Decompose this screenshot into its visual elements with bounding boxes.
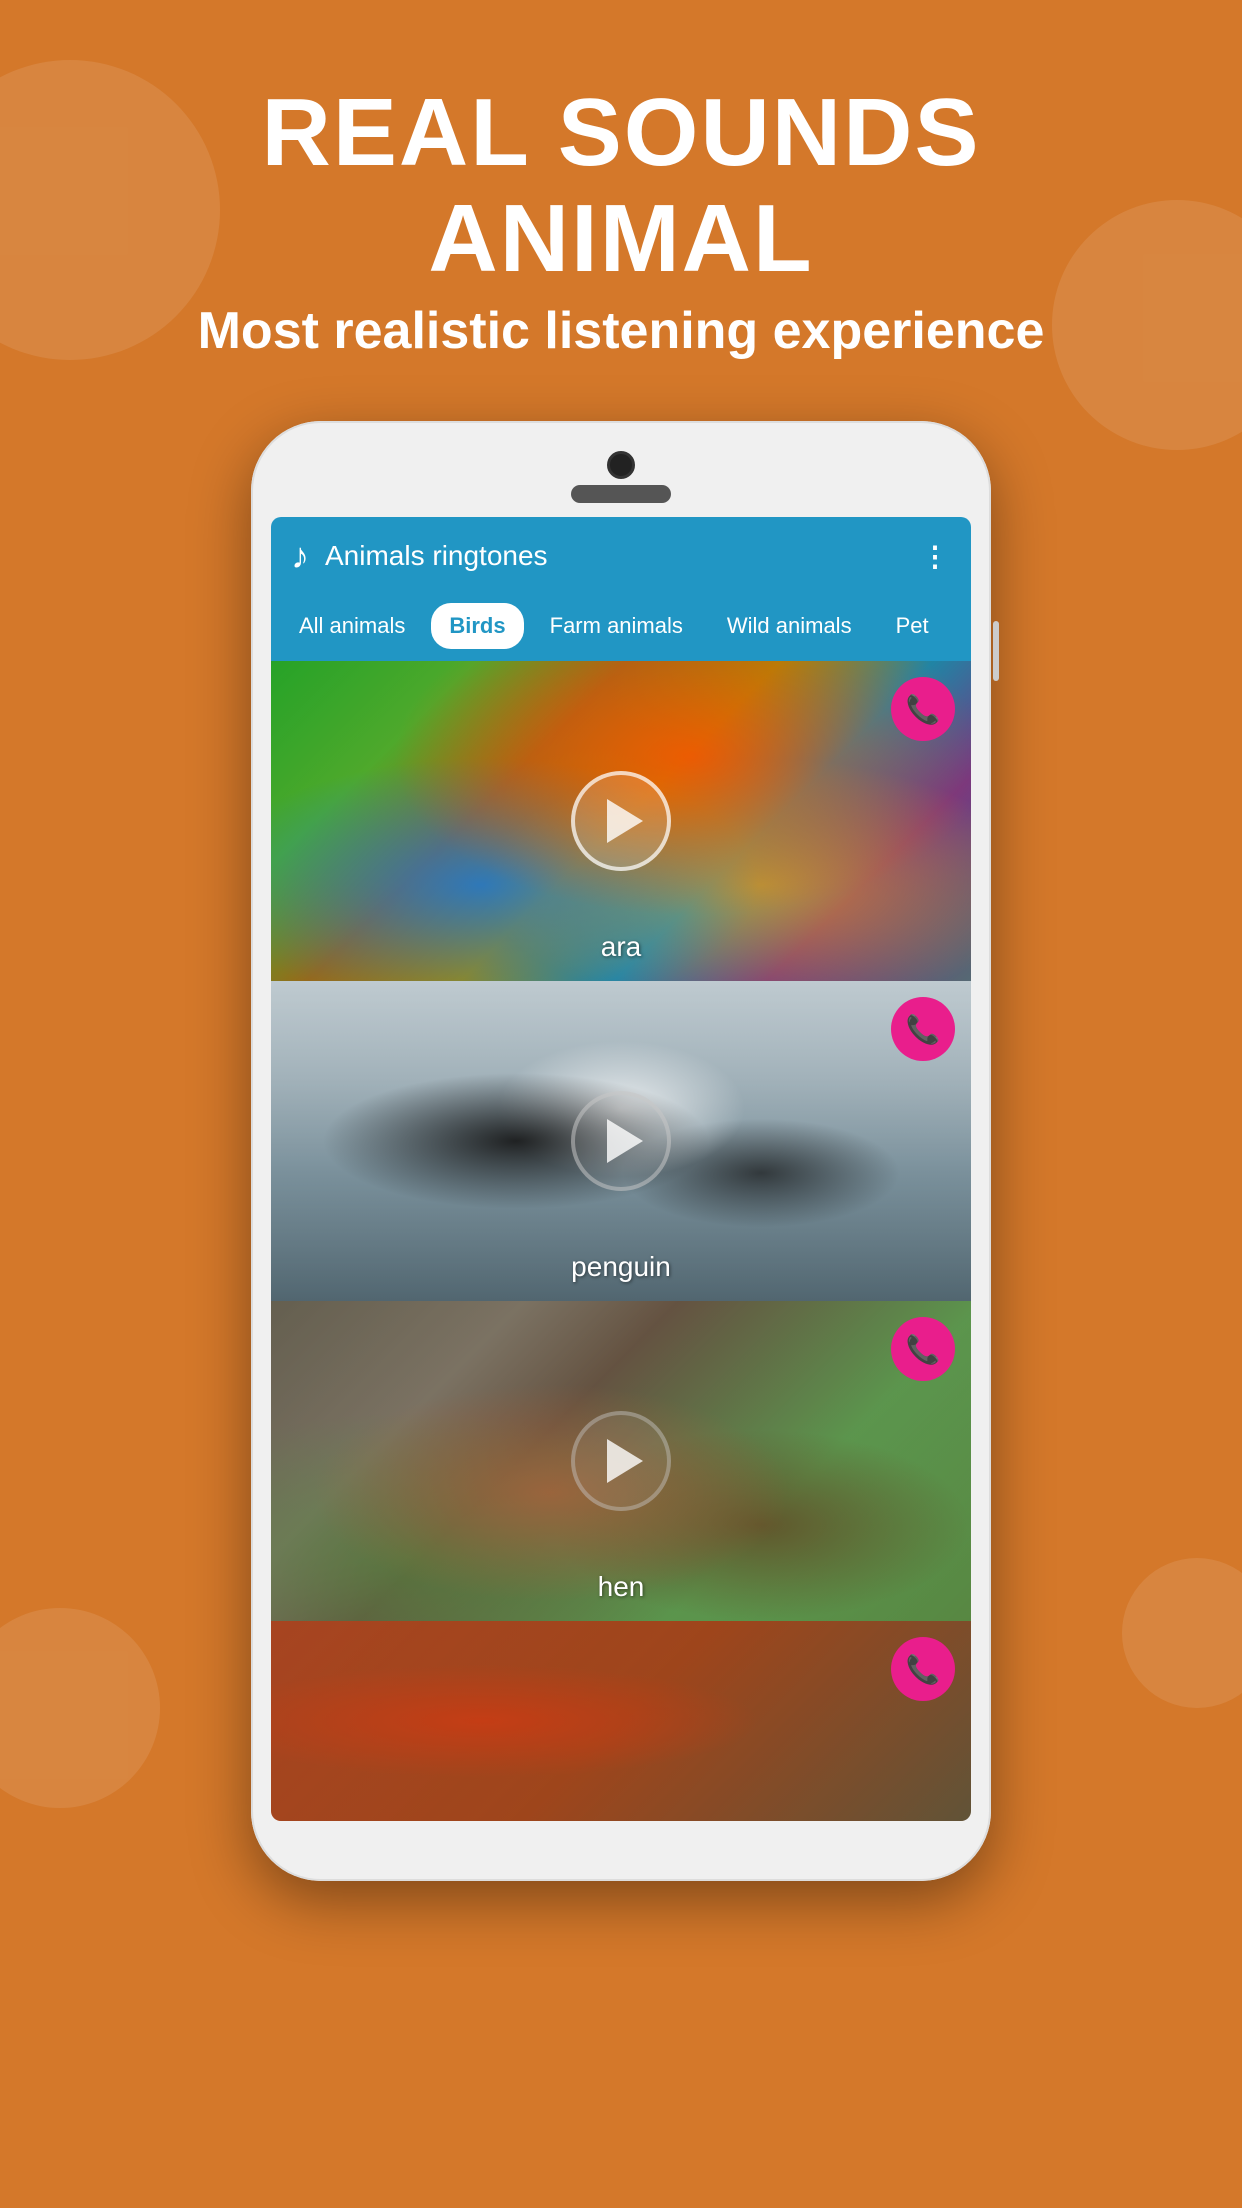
phone-icon-hen: 📞	[906, 1333, 941, 1366]
phone-body: ♪ Animals ringtones ⋮ All animals Birds …	[251, 421, 991, 1881]
ringtone-button-ara[interactable]: 📞	[891, 677, 955, 741]
ringtone-button-partial[interactable]: 📞	[891, 1637, 955, 1701]
partial-image-overlay	[271, 1621, 971, 1821]
ringtone-button-penguin[interactable]: 📞	[891, 997, 955, 1061]
phone-icon-penguin: 📞	[906, 1013, 941, 1046]
tab-pet[interactable]: Pet	[878, 603, 947, 649]
animal-name-hen: hen	[598, 1571, 645, 1603]
speaker	[571, 485, 671, 503]
phone-screen: ♪ Animals ringtones ⋮ All animals Birds …	[271, 517, 971, 1821]
tab-farm-animals[interactable]: Farm animals	[532, 603, 701, 649]
phone-mockup: ♪ Animals ringtones ⋮ All animals Birds …	[0, 421, 1242, 1881]
phone-icon: 📞	[906, 693, 941, 726]
animal-name-penguin: penguin	[571, 1251, 671, 1283]
play-button-penguin[interactable]	[571, 1091, 671, 1191]
side-button	[993, 621, 999, 681]
music-icon: ♪	[291, 535, 309, 577]
animal-card-ara: 📞 ara	[271, 661, 971, 981]
app-bar-title: Animals ringtones	[325, 540, 905, 572]
tab-wild-animals[interactable]: Wild animals	[709, 603, 870, 649]
app-bar: ♪ Animals ringtones ⋮	[271, 517, 971, 595]
animal-card-hen: 📞 hen	[271, 1301, 971, 1621]
animal-card-penguin: 📞 penguin	[271, 981, 971, 1301]
camera	[607, 451, 635, 479]
tab-bar: All animals Birds Farm animals Wild anim…	[271, 595, 971, 661]
main-title: REAL SOUNDS ANIMAL	[60, 80, 1182, 291]
animal-card-partial: 📞	[271, 1621, 971, 1821]
sub-title: Most realistic listening experience	[60, 301, 1182, 361]
more-options-icon[interactable]: ⋮	[921, 540, 951, 573]
play-button-ara[interactable]	[571, 771, 671, 871]
phone-bottom	[271, 1821, 971, 1851]
phone-icon-partial: 📞	[906, 1653, 941, 1686]
play-button-hen[interactable]	[571, 1411, 671, 1511]
ringtone-button-hen[interactable]: 📞	[891, 1317, 955, 1381]
animal-name-ara: ara	[601, 931, 641, 963]
tab-birds[interactable]: Birds	[431, 603, 523, 649]
tab-all-animals[interactable]: All animals	[281, 603, 423, 649]
